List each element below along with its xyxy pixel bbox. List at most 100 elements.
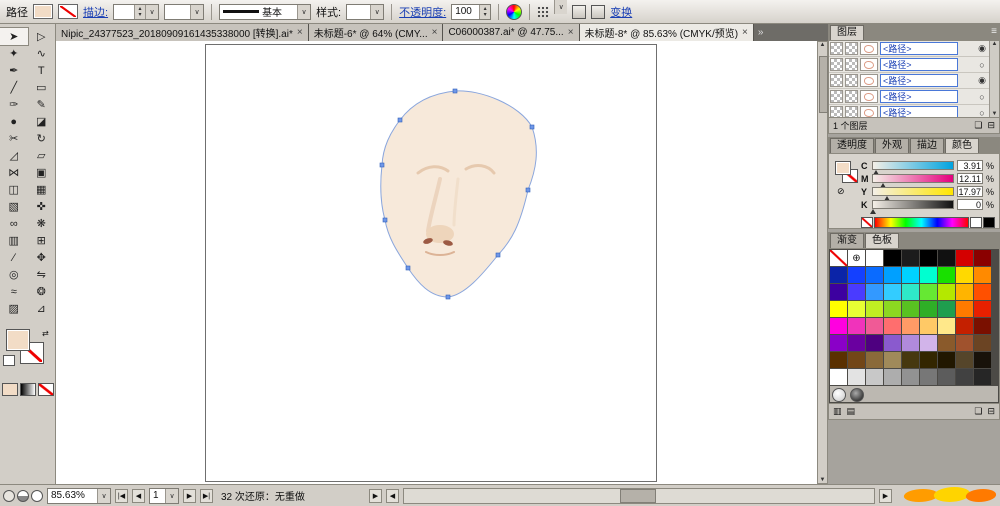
color-swatch[interactable] bbox=[866, 250, 883, 266]
tab-swatches[interactable]: 色板 bbox=[865, 233, 899, 248]
color-swatch[interactable] bbox=[902, 301, 919, 317]
slice-tool[interactable]: ∕ bbox=[0, 249, 28, 266]
color-swatch[interactable] bbox=[866, 301, 883, 317]
new-swatch-icon[interactable]: ❏ bbox=[974, 406, 982, 417]
visibility-cell[interactable] bbox=[830, 106, 843, 117]
color-swatch[interactable] bbox=[830, 352, 847, 368]
gradient-mode-button[interactable] bbox=[19, 383, 36, 396]
layer-row[interactable]: <路径> ○ bbox=[829, 89, 989, 105]
blend-tool[interactable]: ∞ bbox=[0, 215, 28, 232]
color-swatch[interactable] bbox=[974, 352, 991, 368]
color-swatch[interactable] bbox=[884, 318, 901, 334]
warp-tool[interactable]: ≈ bbox=[0, 283, 28, 300]
document-tab[interactable]: C06000387.ai* @ 47.75... × bbox=[443, 24, 580, 41]
color-swatch[interactable] bbox=[830, 284, 847, 300]
tab-gradient[interactable]: 渐变 bbox=[830, 233, 864, 248]
color-swatch[interactable] bbox=[848, 335, 865, 351]
opacity-link[interactable]: 不透明度: bbox=[399, 4, 446, 20]
visibility-cell[interactable] bbox=[830, 74, 843, 87]
layer-row[interactable]: <路径> ○ bbox=[829, 57, 989, 73]
screen-mode-presentation-button[interactable] bbox=[31, 489, 43, 502]
layer-target-icon[interactable]: ○ bbox=[975, 60, 989, 70]
color-swatch[interactable] bbox=[920, 318, 937, 334]
color-swatch[interactable] bbox=[956, 267, 973, 283]
scroll-up-icon[interactable]: ▲ bbox=[992, 41, 998, 47]
lock-cell[interactable] bbox=[845, 106, 858, 117]
color-swatch[interactable] bbox=[902, 250, 919, 266]
tab-appearance[interactable]: 外观 bbox=[875, 138, 909, 153]
color-spectrum[interactable] bbox=[874, 217, 969, 228]
color-swatch[interactable] bbox=[920, 335, 937, 351]
color-swatch[interactable] bbox=[938, 267, 955, 283]
color-swatch[interactable] bbox=[830, 369, 847, 385]
color-swatch[interactable] bbox=[902, 352, 919, 368]
black-value[interactable]: 0 bbox=[957, 199, 983, 210]
color-swatch[interactable] bbox=[956, 335, 973, 351]
reflect-tool[interactable]: ⇋ bbox=[28, 266, 56, 283]
lock-cell[interactable] bbox=[845, 90, 858, 103]
style-combo[interactable]: ∨ bbox=[346, 3, 385, 20]
new-layer-icon[interactable]: ❏ bbox=[974, 120, 982, 131]
spin-down-icon[interactable]: ▾ bbox=[484, 12, 487, 18]
color-swatch[interactable] bbox=[848, 369, 865, 385]
color-swatch[interactable] bbox=[866, 352, 883, 368]
none-swatch[interactable] bbox=[861, 217, 873, 228]
rectangle-tool[interactable]: ▭ bbox=[28, 79, 56, 96]
paintbrush-tool[interactable]: ✑ bbox=[0, 96, 28, 113]
chevron-down-icon[interactable]: ∨ bbox=[145, 4, 159, 19]
slider-marker[interactable] bbox=[870, 209, 876, 214]
document-tab[interactable]: Nipic_24377523_20180909161435338000 [转换]… bbox=[56, 24, 309, 41]
chevron-down-icon[interactable]: ∨ bbox=[165, 488, 178, 503]
black-radial-swatch[interactable] bbox=[850, 387, 864, 402]
swatch-kinds-icon[interactable]: ▤ bbox=[847, 406, 856, 417]
color-swatch[interactable] bbox=[830, 318, 847, 334]
delete-swatch-icon[interactable]: ⊟ bbox=[987, 406, 995, 417]
color-swatch[interactable] bbox=[902, 284, 919, 300]
scrollbar-thumb[interactable] bbox=[620, 488, 657, 503]
hand-tool[interactable]: ✥ bbox=[28, 249, 56, 266]
pencil-tool[interactable]: ✎ bbox=[28, 96, 56, 113]
layer-label[interactable]: <路径> bbox=[880, 58, 958, 71]
layer-target-icon[interactable]: ◉ bbox=[975, 75, 989, 86]
lock-cell[interactable] bbox=[845, 58, 858, 71]
layer-label[interactable]: <路径> bbox=[880, 74, 958, 87]
live-paint-tool[interactable]: ▨ bbox=[0, 300, 28, 317]
color-swatch[interactable] bbox=[956, 318, 973, 334]
layer-target-icon[interactable]: ○ bbox=[975, 108, 989, 118]
tab-layers[interactable]: 图层 bbox=[830, 25, 864, 40]
scroll-up-icon[interactable]: ▲ bbox=[820, 42, 826, 48]
white-radial-swatch[interactable] bbox=[832, 387, 846, 402]
color-swatch[interactable] bbox=[974, 301, 991, 317]
none-icon[interactable]: ⊘ bbox=[837, 186, 845, 197]
color-swatch[interactable] bbox=[920, 250, 937, 266]
color-swatch[interactable] bbox=[920, 369, 937, 385]
color-swatch[interactable] bbox=[974, 267, 991, 283]
visibility-cell[interactable] bbox=[830, 90, 843, 103]
color-swatch[interactable] bbox=[956, 369, 973, 385]
shape-builder-tool[interactable]: ◫ bbox=[0, 181, 28, 198]
color-swatch[interactable] bbox=[902, 267, 919, 283]
fill-color-swatch[interactable] bbox=[33, 4, 53, 19]
stroke-link[interactable]: 描边: bbox=[83, 4, 108, 20]
color-swatch[interactable] bbox=[866, 318, 883, 334]
fill-swatch[interactable] bbox=[835, 161, 851, 175]
first-artboard-button[interactable]: |◀ bbox=[115, 488, 128, 503]
layer-label[interactable]: <路径> bbox=[880, 90, 958, 103]
color-swatch[interactable] bbox=[866, 369, 883, 385]
layer-row[interactable]: <路径> ◉ bbox=[829, 41, 989, 57]
yellow-slider[interactable] bbox=[872, 187, 954, 201]
artboard-tool[interactable]: ⊞ bbox=[28, 232, 56, 249]
color-swatch[interactable] bbox=[902, 318, 919, 334]
zoom-tool[interactable]: ◎ bbox=[0, 266, 28, 283]
fill-swatch[interactable] bbox=[6, 329, 30, 351]
color-swatch[interactable] bbox=[938, 301, 955, 317]
color-swatch[interactable] bbox=[938, 335, 955, 351]
panel-menu-icon[interactable]: ≡ bbox=[991, 26, 997, 37]
document-setup-icon[interactable] bbox=[572, 4, 587, 19]
color-swatch[interactable] bbox=[884, 267, 901, 283]
registration-swatch[interactable]: ⊕ bbox=[848, 250, 865, 266]
color-swatch[interactable] bbox=[848, 267, 865, 283]
layer-row[interactable]: <路径> ◉ bbox=[829, 73, 989, 89]
close-icon[interactable]: × bbox=[568, 27, 574, 38]
black-slider[interactable] bbox=[870, 200, 954, 214]
